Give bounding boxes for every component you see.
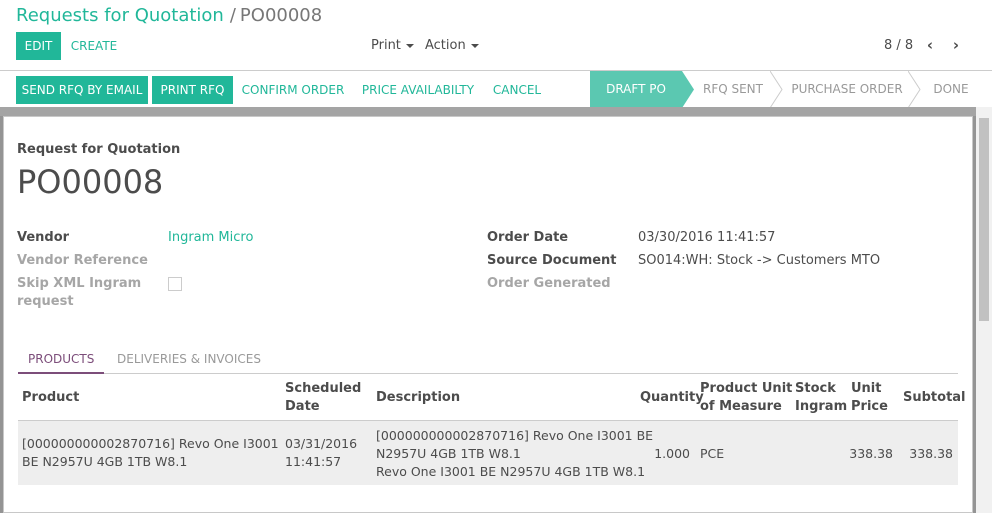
cell-quantity: 1.000 — [654, 446, 690, 461]
create-button[interactable]: CREATE — [66, 32, 122, 60]
column-header-scheduled-date-line1: Scheduled — [285, 381, 362, 396]
column-header-scheduled-date-line2: Date — [285, 399, 320, 414]
cell-uom: PCE — [700, 446, 725, 461]
stage-done[interactable]: DONE — [926, 71, 976, 108]
vendor-label: Vendor — [17, 230, 70, 245]
action-dropdown[interactable]: Action — [425, 38, 479, 53]
column-header-stock-ingram[interactable]: Stock Ingram — [795, 380, 847, 416]
order-generated-label: Order Generated — [487, 276, 611, 291]
print-label: Print — [371, 38, 401, 53]
column-header-uom-line1: Product Unit — [700, 381, 793, 396]
document-type-label: Request for Quotation — [17, 142, 181, 157]
cell-description-line2: N2957U 4GB 1TB W8.1 — [376, 446, 521, 461]
stage-arrow-icon — [770, 71, 783, 108]
column-header-description[interactable]: Description — [376, 389, 460, 407]
skip-xml-checkbox[interactable] — [168, 277, 182, 291]
cell-subtotal: 338.38 — [909, 446, 953, 461]
statusbar: SEND RFQ BY EMAIL PRINT RFQ CONFIRM ORDE… — [0, 70, 992, 108]
stage-rfq-sent[interactable]: RFQ SENT — [694, 71, 772, 108]
column-header-product[interactable]: Product — [22, 389, 79, 407]
column-header-unit-price-line1: Unit — [851, 381, 882, 396]
print-rfq-button[interactable]: PRINT RFQ — [152, 76, 233, 104]
vendor-reference-label: Vendor Reference — [17, 253, 148, 268]
column-header-unit-price-line2: Price — [851, 399, 888, 414]
cell-product: [000000000002870716] Revo One I3001 BE N… — [22, 435, 279, 471]
order-date-value: 03/30/2016 11:41:57 — [638, 230, 776, 245]
cell-product-line1: [000000000002870716] Revo One I3001 — [22, 436, 279, 451]
breadcrumb-parent-link[interactable]: Requests for Quotation — [16, 5, 224, 26]
cell-description-line3: Revo One I3001 BE N2957U 4GB 1TB W8.1 — [376, 464, 646, 479]
stage-purchase-order[interactable]: PURCHASE ORDER — [786, 71, 908, 108]
print-dropdown[interactable]: Print — [371, 38, 414, 53]
skip-xml-label-line2: request — [17, 294, 74, 309]
breadcrumb: Requests for Quotation / PO00008 — [16, 5, 322, 26]
column-header-stock-ingram-line1: Stock — [795, 381, 836, 396]
control-panel: Requests for Quotation / PO00008 EDIT CREA… — [0, 0, 992, 71]
caret-down-icon — [405, 43, 414, 48]
stage-draft-po[interactable]: DRAFT PO — [590, 71, 682, 108]
column-header-subtotal[interactable]: Subtotal — [903, 389, 966, 407]
confirm-order-button[interactable]: CONFIRM ORDER — [240, 76, 346, 104]
scrollbar-thumb[interactable] — [979, 118, 989, 321]
column-header-uom[interactable]: Product Unit of Measure — [700, 380, 792, 416]
order-date-label: Order Date — [487, 230, 569, 245]
column-header-unit-price[interactable]: Unit Price — [851, 380, 888, 416]
caret-down-icon — [470, 43, 479, 48]
notebook-tabs: PRODUCTS DELIVERIES & INVOICES — [18, 349, 958, 374]
column-header-scheduled-date[interactable]: Scheduled Date — [285, 380, 361, 416]
breadcrumb-separator: / — [229, 5, 236, 26]
breadcrumb-current: PO00008 — [239, 5, 323, 26]
tab-deliveries-invoices[interactable]: DELIVERIES & INVOICES — [107, 349, 271, 374]
cell-product-line2: BE N2957U 4GB 1TB W8.1 — [22, 454, 188, 469]
cell-scheduled-date: 03/31/2016 11:41:57 — [285, 435, 357, 471]
tab-products[interactable]: PRODUCTS — [18, 349, 105, 374]
skip-xml-label: Skip XML Ingram — [17, 276, 142, 291]
source-document-label: Source Document — [487, 253, 617, 268]
document-title: PO00008 — [17, 163, 164, 201]
cell-scheduled-date-line2: 11:41:57 — [285, 454, 342, 469]
cell-description: [000000000002870716] Revo One I3001 BE N… — [376, 427, 653, 481]
chevron-left-icon[interactable]: ‹ — [922, 36, 938, 54]
pager-value: 8 / 8 — [884, 38, 914, 53]
cell-description-line1: [000000000002870716] Revo One I3001 BE — [376, 428, 654, 443]
price-availability-button[interactable]: PRICE AVAILABILTY — [357, 76, 479, 104]
source-document-value: SO014:WH: Stock -> Customers MTO — [638, 253, 881, 268]
column-header-stock-ingram-line2: Ingram — [795, 399, 848, 414]
cancel-button[interactable]: CANCEL — [488, 76, 546, 104]
cell-unit-price: 338.38 — [849, 446, 893, 461]
action-label: Action — [425, 38, 466, 53]
vendor-link[interactable]: Ingram Micro — [168, 230, 253, 245]
column-header-uom-line2: of Measure — [700, 399, 782, 414]
edit-button[interactable]: EDIT — [16, 32, 61, 60]
form-background-stripe — [0, 107, 976, 116]
status-stages: DRAFT PO RFQ SENT PURCHASE ORDER DONE — [590, 71, 992, 108]
cell-scheduled-date-line1: 03/31/2016 — [285, 436, 358, 451]
send-rfq-email-button[interactable]: SEND RFQ BY EMAIL — [16, 76, 148, 104]
stage-arrow-icon — [908, 71, 921, 108]
chevron-right-icon[interactable]: › — [948, 36, 964, 54]
column-header-quantity[interactable]: Quantity — [640, 389, 704, 407]
